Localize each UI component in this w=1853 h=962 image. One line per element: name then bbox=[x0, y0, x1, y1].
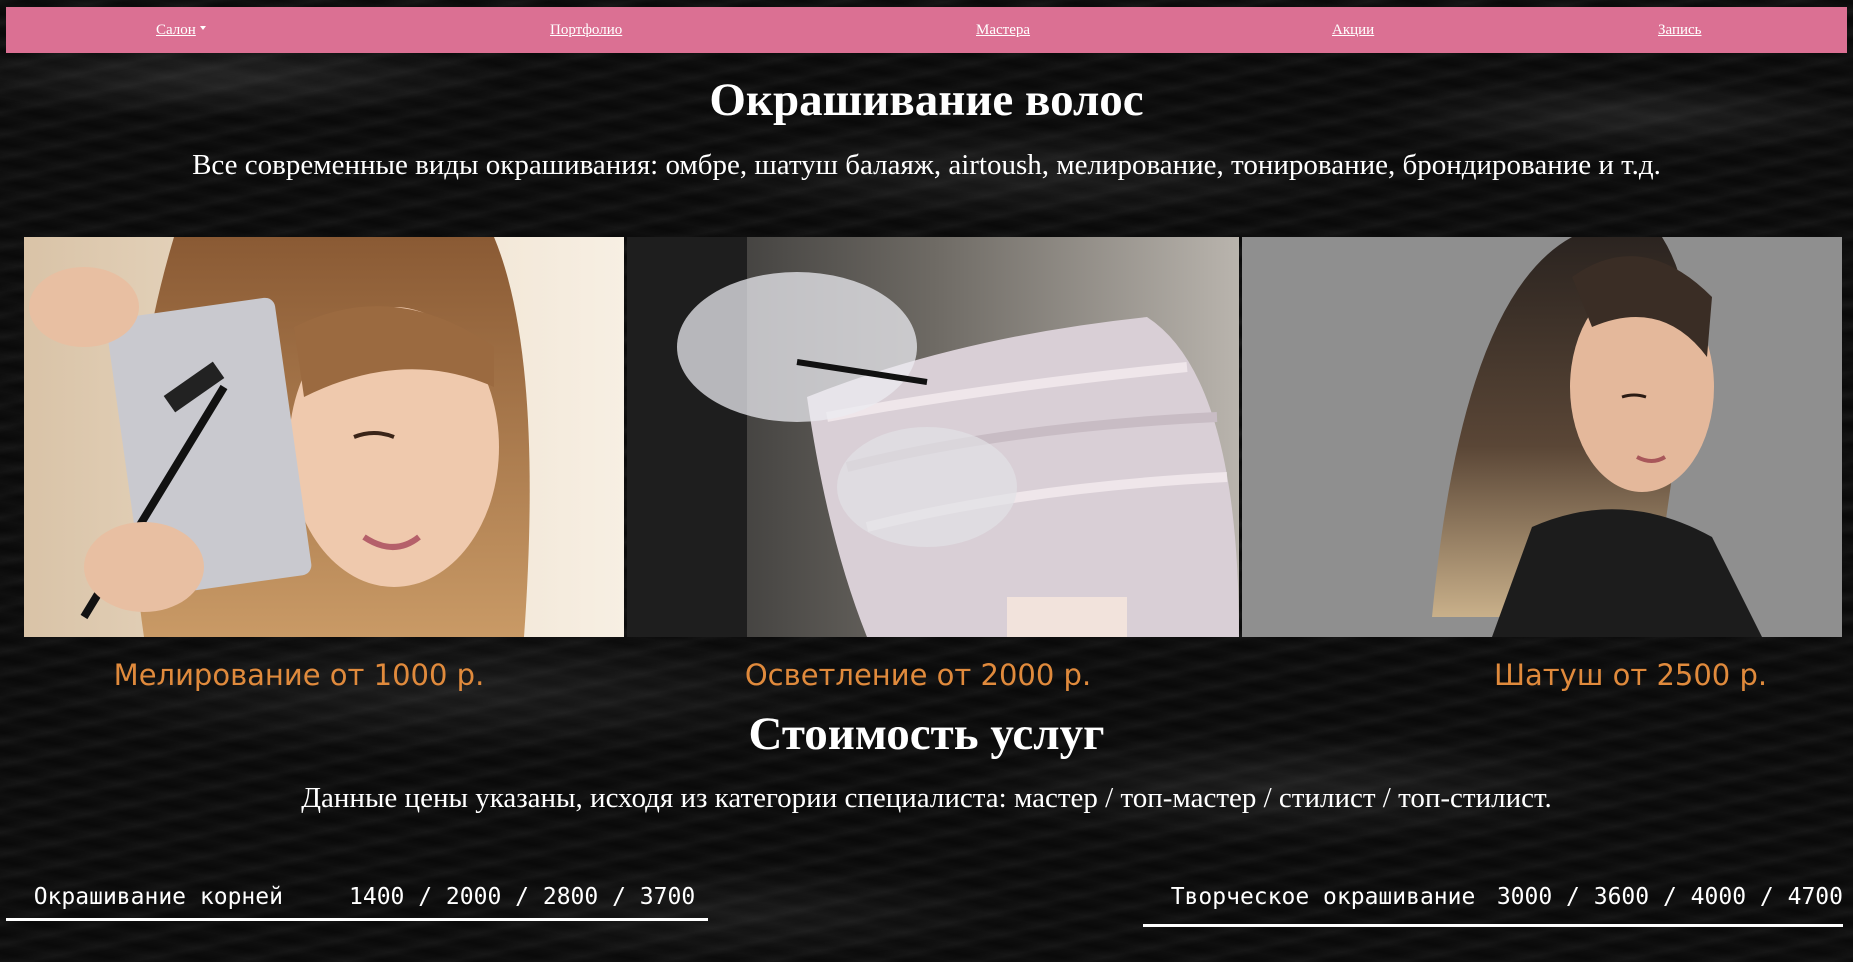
nav-item-promotions[interactable]: Акции bbox=[1332, 7, 1374, 53]
service-photo-lightening bbox=[627, 237, 1239, 637]
nav-item-label: Портфолио bbox=[550, 21, 623, 38]
nav-item-booking[interactable]: Запись bbox=[1658, 7, 1702, 53]
price-row-values: 1400 / 2000 / 2800 / 3700 bbox=[349, 884, 696, 910]
nav-item-label: Акции bbox=[1332, 21, 1375, 38]
main-navbar: Салон Портфолио Мастера Акции Запись bbox=[6, 7, 1847, 53]
nav-item-masters[interactable]: Мастера bbox=[976, 7, 1030, 53]
service-caption-lightening: Осветление от 2000 р. bbox=[744, 658, 1092, 692]
nav-item-label: Мастера bbox=[976, 21, 1031, 38]
service-photo-highlighting bbox=[24, 237, 624, 637]
nav-item-portfolio[interactable]: Портфолио bbox=[550, 7, 622, 53]
section-title-pricing: Стоимость услуг bbox=[748, 708, 1105, 760]
service-caption-shatush: Шатуш от 2500 р. bbox=[1494, 658, 1768, 692]
page-title: Окрашивание волос bbox=[709, 74, 1144, 126]
service-photo-shatush bbox=[1242, 237, 1842, 637]
nav-item-label: Запись bbox=[1658, 21, 1702, 38]
page-subtitle: Все современные виды окрашивания: омбре,… bbox=[192, 149, 1661, 181]
chevron-down-icon bbox=[199, 26, 206, 30]
nav-item-salon[interactable]: Салон bbox=[156, 7, 206, 53]
service-caption-highlighting: Мелирование от 1000 р. bbox=[113, 658, 485, 692]
price-row-creative: Творческое окрашивание 3000 / 3600 / 4000… bbox=[1143, 846, 1843, 927]
price-row-values: 3000 / 3600 / 4000 / 4700 bbox=[1496, 884, 1843, 910]
price-row-name: Творческое окрашивание bbox=[1170, 884, 1476, 910]
price-row-name: Окрашивание корней bbox=[33, 884, 283, 910]
nav-item-label: Салон bbox=[156, 21, 196, 38]
section-subtitle-pricing: Данные цены указаны, исходя из категории… bbox=[301, 782, 1552, 814]
price-row-roots: Окрашивание корней 1400 / 2000 / 2800 / 3… bbox=[6, 846, 708, 921]
